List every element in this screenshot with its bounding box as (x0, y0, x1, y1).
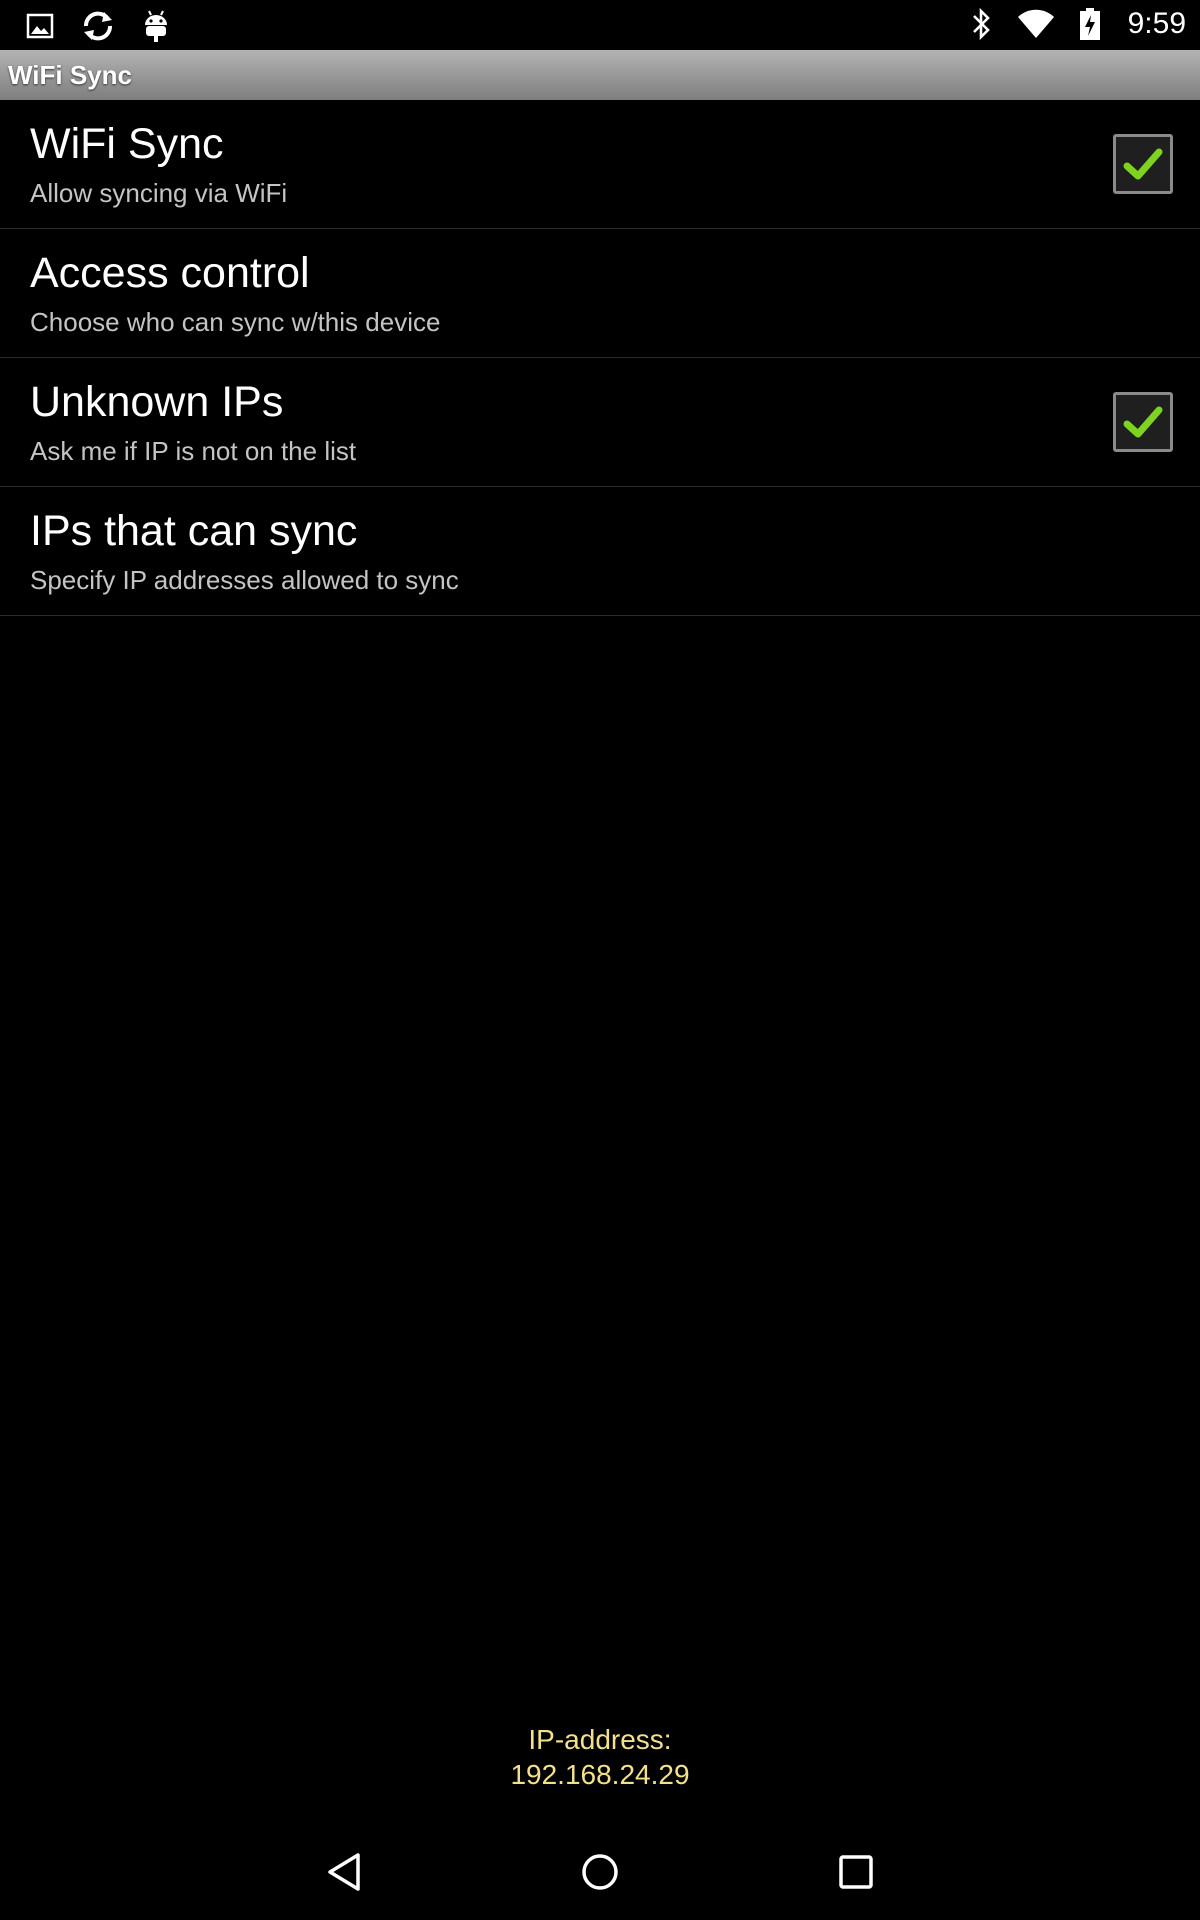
pref-access-control[interactable]: Access control Choose who can sync w/thi… (0, 229, 1200, 358)
bluetooth-icon (962, 4, 1002, 44)
pref-summary: Allow syncing via WiFi (30, 178, 288, 208)
status-right-icons: 9:59 (962, 4, 1186, 44)
preference-list: WiFi Sync Allow syncing via WiFi Access … (0, 100, 1200, 616)
status-left-icons (20, 6, 176, 46)
back-icon (328, 1853, 360, 1891)
pref-title: Access control (30, 249, 310, 297)
android-icon (136, 6, 176, 46)
wifi-sync-checkbox[interactable] (1113, 134, 1173, 194)
wifi-signal-icon (1016, 4, 1056, 44)
back-button[interactable] (312, 1840, 376, 1904)
checkmark-icon (1123, 148, 1163, 180)
sync-icon (78, 6, 118, 46)
screen: 9:59 WiFi Sync WiFi Sync Allow syncing v… (0, 0, 1200, 1920)
pref-unknown-ips[interactable]: Unknown IPs Ask me if IP is not on the l… (0, 358, 1200, 487)
status-bar: 9:59 (0, 0, 1200, 50)
pref-ips-that-can-sync[interactable]: IPs that can sync Specify IP addresses a… (0, 487, 1200, 616)
image-icon (20, 6, 60, 46)
ip-address-label: IP-address: (528, 1724, 672, 1755)
pref-summary: Ask me if IP is not on the list (30, 436, 357, 466)
app-title-bar: WiFi Sync (0, 50, 1200, 100)
pref-title: Unknown IPs (30, 378, 284, 426)
navigation-bar (0, 1822, 1200, 1920)
app-title: WiFi Sync (8, 59, 133, 90)
pref-title: WiFi Sync (30, 120, 224, 168)
ip-address-value: 192.168.24.29 (510, 1759, 690, 1790)
recents-button[interactable] (824, 1840, 888, 1904)
pref-summary: Specify IP addresses allowed to sync (30, 565, 459, 595)
checkmark-icon (1123, 406, 1163, 438)
unknown-ips-checkbox[interactable] (1113, 392, 1173, 452)
pref-title: IPs that can sync (30, 507, 358, 555)
home-icon (582, 1854, 618, 1890)
battery-charging-icon (1070, 4, 1110, 44)
clock: 9:59 (1127, 7, 1186, 40)
pref-summary: Choose who can sync w/this device (30, 307, 441, 337)
recents-icon (839, 1855, 873, 1889)
pref-wifi-sync[interactable]: WiFi Sync Allow syncing via WiFi (0, 100, 1200, 229)
home-button[interactable] (568, 1840, 632, 1904)
